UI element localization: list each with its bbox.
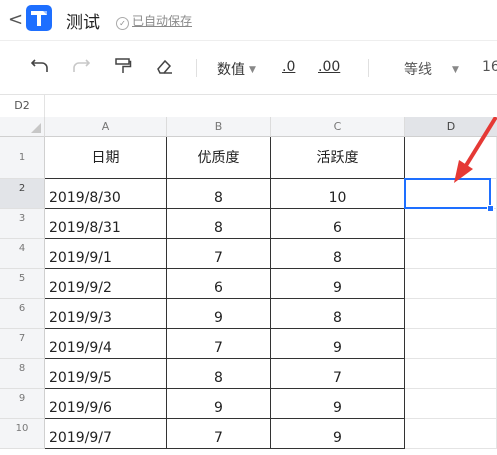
empty-cell[interactable] xyxy=(405,359,497,389)
toolbar-divider xyxy=(196,59,197,77)
column-header-c[interactable]: C xyxy=(271,117,405,137)
table-cell[interactable]: 7 xyxy=(271,359,405,389)
decrease-decimal-button[interactable]: .0 xyxy=(282,59,295,75)
empty-cell[interactable] xyxy=(405,389,497,419)
header-cell[interactable]: 活跃度 xyxy=(271,137,405,179)
select-all-corner[interactable] xyxy=(0,117,45,137)
table-cell[interactable]: 8 xyxy=(271,299,405,329)
fill-handle[interactable] xyxy=(487,205,494,212)
empty-cell[interactable] xyxy=(405,239,497,269)
row-header[interactable]: 4 xyxy=(0,239,45,269)
table-cell[interactable]: 8 xyxy=(167,209,271,239)
table-cell[interactable]: 2019/9/3 xyxy=(45,299,167,329)
font-size-field[interactable]: 16 xyxy=(482,59,497,75)
table-cell[interactable]: 9 xyxy=(271,329,405,359)
table-cell[interactable]: 6 xyxy=(167,269,271,299)
header-cell[interactable]: 日期 xyxy=(45,137,167,179)
table-cell[interactable]: 2019/9/6 xyxy=(45,389,167,419)
row-header[interactable]: 10 xyxy=(0,419,45,449)
annotation-arrow-shaft xyxy=(460,117,497,174)
empty-cell[interactable] xyxy=(405,269,497,299)
table-cell[interactable]: 6 xyxy=(271,209,405,239)
caret-down-icon: ▼ xyxy=(249,65,256,75)
annotation-arrow xyxy=(454,117,497,183)
table-cell[interactable]: 7 xyxy=(167,329,271,359)
number-format-label: 数值 xyxy=(217,62,245,78)
table-cell[interactable]: 7 xyxy=(167,239,271,269)
column-header-b[interactable]: B xyxy=(167,117,271,137)
format-painter-icon[interactable] xyxy=(114,57,132,79)
table-cell[interactable]: 2019/9/4 xyxy=(45,329,167,359)
table-cell[interactable]: 9 xyxy=(271,389,405,419)
caret-down-icon: ▼ xyxy=(452,65,459,75)
undo-icon[interactable] xyxy=(30,57,49,79)
table-cell[interactable]: 8 xyxy=(167,359,271,389)
redo-icon[interactable] xyxy=(72,57,91,79)
table-cell[interactable]: 9 xyxy=(167,299,271,329)
table-cell[interactable]: 2019/9/5 xyxy=(45,359,167,389)
toolbar-divider xyxy=(368,59,369,77)
toolbar: 数值 ▼ .0 .00 等线 ▼ 16 xyxy=(0,40,497,95)
table-cell[interactable]: 2019/8/31 xyxy=(45,209,167,239)
row-header[interactable]: 3 xyxy=(0,209,45,239)
table-cell[interactable]: 9 xyxy=(167,389,271,419)
formula-bar: D2 xyxy=(0,94,497,118)
font-name-label: 等线 xyxy=(404,62,432,78)
number-format-dropdown[interactable]: 数值 ▼ xyxy=(217,59,256,79)
save-status: ✓ 已自动保存 xyxy=(116,12,192,30)
header-cell[interactable]: 优质度 xyxy=(167,137,271,179)
table-cell[interactable]: 8 xyxy=(271,239,405,269)
document-title[interactable]: 测试 xyxy=(66,8,100,33)
app-logo-icon xyxy=(26,5,52,31)
row-header[interactable]: 2 xyxy=(0,179,45,209)
row-header[interactable]: 9 xyxy=(0,389,45,419)
check-circle-icon: ✓ xyxy=(116,17,129,30)
save-status-text: 已自动保存 xyxy=(132,14,193,28)
select-all-triangle-icon xyxy=(31,123,41,133)
empty-cell[interactable] xyxy=(405,209,497,239)
column-header-a[interactable]: A xyxy=(45,117,167,137)
table-cell[interactable]: 7 xyxy=(167,419,271,449)
table-cell[interactable]: 2019/9/2 xyxy=(45,269,167,299)
empty-cell[interactable] xyxy=(405,299,497,329)
table-cell[interactable]: 2019/9/1 xyxy=(45,239,167,269)
row-header[interactable]: 7 xyxy=(0,329,45,359)
annotation-arrow-head xyxy=(454,160,473,183)
empty-cell[interactable] xyxy=(405,329,497,359)
font-family-dropdown[interactable]: 等线 ▼ xyxy=(404,59,459,79)
table-cell[interactable]: 2019/8/30 xyxy=(45,179,167,209)
row-header[interactable]: 6 xyxy=(0,299,45,329)
table-cell[interactable]: 10 xyxy=(271,179,405,209)
row-header[interactable]: 1 xyxy=(0,137,45,179)
cell-reference-box[interactable]: D2 xyxy=(0,95,45,117)
back-button[interactable]: < xyxy=(8,9,23,30)
eraser-icon[interactable] xyxy=(156,57,174,79)
app-header: < 测试 ✓ 已自动保存 xyxy=(0,0,497,40)
empty-cell[interactable] xyxy=(405,419,497,449)
increase-decimal-button[interactable]: .00 xyxy=(318,59,340,75)
spreadsheet-grid: A B C D 1 日期 优质度 活跃度 2 2019/8/30 8 10 3 2019/8/31… xyxy=(0,117,497,455)
row-header[interactable]: 5 xyxy=(0,269,45,299)
table-cell[interactable]: 9 xyxy=(271,269,405,299)
table-cell[interactable]: 2019/9/7 xyxy=(45,419,167,449)
table-cell[interactable]: 9 xyxy=(271,419,405,449)
table-cell[interactable]: 8 xyxy=(167,179,271,209)
row-header[interactable]: 8 xyxy=(0,359,45,389)
